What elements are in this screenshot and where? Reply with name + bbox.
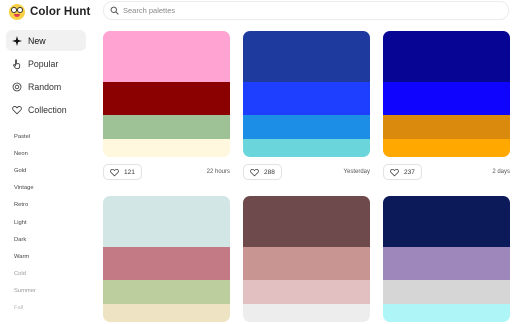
sidebar-item-new[interactable]: New (6, 30, 86, 51)
tag-gold[interactable]: Gold (14, 162, 86, 179)
color-swatch[interactable] (243, 115, 370, 139)
color-swatch[interactable] (103, 82, 230, 115)
random-icon (12, 82, 22, 91)
color-swatch[interactable] (103, 31, 230, 82)
tag-fall[interactable]: Fall (14, 300, 86, 317)
color-swatch[interactable] (243, 196, 370, 247)
color-swatch[interactable] (243, 139, 370, 157)
color-swatch[interactable] (103, 304, 230, 322)
palette[interactable] (103, 196, 230, 322)
tag-list: Pastel Neon Gold Vintage Retro Light Dar… (6, 128, 86, 317)
color-swatch[interactable] (383, 280, 510, 304)
app-title: Color Hunt (30, 6, 91, 18)
like-button[interactable]: 121 (103, 164, 142, 180)
tag-retro[interactable]: Retro (14, 197, 86, 214)
timestamp: 2 days (492, 169, 510, 175)
tag-summer[interactable]: Summer (14, 283, 86, 300)
color-swatch[interactable] (383, 31, 510, 82)
sidebar-item-label: New (28, 35, 46, 46)
color-swatch[interactable] (103, 280, 230, 304)
color-swatch[interactable] (103, 139, 230, 157)
sidebar-item-label: Random (28, 81, 62, 92)
search-bar[interactable] (103, 1, 509, 20)
sidebar-item-popular[interactable]: Popular (6, 53, 86, 74)
tag-warm[interactable]: Warm (14, 248, 86, 265)
color-swatch[interactable] (383, 196, 510, 247)
color-swatch[interactable] (243, 304, 370, 322)
like-count: 288 (264, 168, 275, 176)
tag-neon[interactable]: Neon (14, 145, 86, 162)
heart-icon (250, 168, 259, 176)
like-count: 237 (404, 168, 415, 176)
color-swatch[interactable] (243, 247, 370, 280)
palette[interactable] (103, 31, 230, 157)
like-button[interactable]: 288 (243, 164, 282, 180)
sidebar: New Popular Random Collection Pastel Neo… (6, 30, 86, 317)
color-swatch[interactable] (103, 196, 230, 247)
palette[interactable] (243, 31, 370, 157)
palette-card (243, 196, 370, 322)
palette[interactable] (383, 31, 510, 157)
heart-icon (110, 168, 119, 176)
palette-card (383, 196, 510, 322)
palette[interactable] (243, 196, 370, 322)
heart-icon (12, 105, 22, 114)
tag-dark[interactable]: Dark (14, 231, 86, 248)
sidebar-item-collection[interactable]: Collection (6, 99, 86, 120)
search-input[interactable] (123, 6, 503, 15)
tag-pastel[interactable]: Pastel (14, 128, 86, 145)
palette-card: 237 2 days (383, 31, 510, 180)
like-count: 121 (124, 168, 135, 176)
logo[interactable]: Color Hunt (9, 4, 90, 20)
color-swatch[interactable] (383, 304, 510, 322)
sidebar-item-label: Collection (28, 104, 67, 115)
color-swatch[interactable] (383, 247, 510, 280)
like-button[interactable]: 237 (383, 164, 422, 180)
hand-pointer-icon (13, 58, 21, 69)
timestamp: 22 hours (206, 169, 230, 175)
palette-card (103, 196, 230, 322)
sidebar-item-random[interactable]: Random (6, 76, 86, 97)
tag-cold[interactable]: Cold (14, 266, 86, 283)
color-swatch[interactable] (243, 31, 370, 82)
tag-light[interactable]: Light (14, 214, 86, 231)
search-icon (110, 6, 119, 15)
color-swatch[interactable] (383, 139, 510, 157)
color-swatch[interactable] (103, 247, 230, 280)
timestamp: Yesterday (343, 169, 370, 175)
palette[interactable] (383, 196, 510, 322)
tag-vintage[interactable]: Vintage (14, 180, 86, 197)
palette-card: 121 22 hours (103, 31, 230, 180)
color-swatch[interactable] (243, 280, 370, 304)
color-swatch[interactable] (243, 82, 370, 115)
color-swatch[interactable] (103, 115, 230, 139)
palette-card: 288 Yesterday (243, 31, 370, 180)
color-swatch[interactable] (383, 82, 510, 115)
color-swatch[interactable] (383, 115, 510, 139)
sidebar-item-label: Popular (28, 58, 59, 69)
sparkle-icon (12, 35, 22, 46)
smiley-face-logo-icon (9, 4, 25, 20)
heart-icon (390, 168, 399, 176)
